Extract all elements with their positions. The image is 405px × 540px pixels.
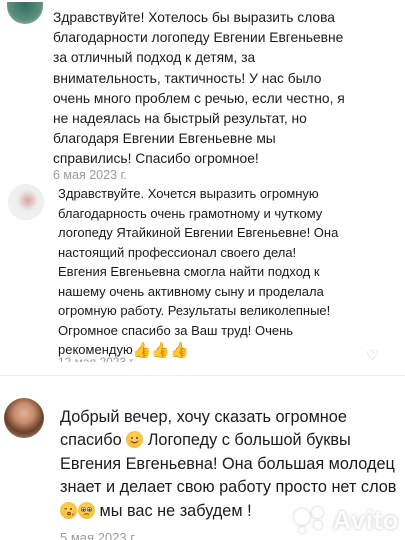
avatar [4,398,44,438]
review-line: настоящий профессионал своего дела! [58,244,297,260]
review-line-text: мы вас не забудем ! [99,501,252,520]
review-line-text: спасибо [60,431,122,450]
review-line: за отличный подход к детям, за [53,50,256,66]
review-line: Здравствуйте. Хочется выразить огромную [58,186,319,201]
review-line: Добрый вечер, хочу сказать огромное [60,408,347,426]
review-line-text: Логопеду с большой буквы [147,431,351,450]
kissing-emoji-icon [60,501,77,519]
avatar [7,2,43,24]
review-line: внимательность, тактичность! У нас было [53,70,322,86]
holding-back-tears-emoji-icon [78,501,95,519]
review-3: Добрый вечер, хочу сказать огромное спас… [0,376,405,540]
review-2: Здравствуйте. Хочется выразить огромную … [0,178,405,362]
review-date: 5 мая 2023 г. [60,533,137,540]
avito-logo-icon [294,507,328,533]
review-line: справились! Спасибо огромное! [53,151,259,167]
review-line: Здравствуйте! Хотелось бы выразить слова [53,10,335,25]
review-line: благодарности логопеду Евгении Евгеньевн… [53,30,344,46]
thumbs-up-icon: 👍👍👍 [132,342,189,359]
review-line: нашему очень активному сыну и проделала [58,283,324,299]
review-line: не надеялась на быстрый результат, но [53,111,307,127]
review-line: благодарность очень грамотному и чуткому [58,205,323,221]
review-line: Огромное спасибо за Ваш труд! Очень [58,322,294,338]
review-line: Евгения Евгеньевна! Она большая молодец [60,454,395,473]
review-line: очень много проблем с речью, если честно… [53,90,345,106]
review-line: огромную работу. Результаты великолепные… [58,303,331,318]
avatar [8,184,44,220]
watermark-text: Avito [332,505,399,535]
like-icon[interactable]: ♡ [366,350,379,360]
review-line: Евгения Евгеньевна смогла найти подход к [58,264,320,279]
review-line-text: рекомендую [58,342,133,357]
review-line: знает и делает свою работу просто нет сл… [60,478,397,497]
review-text: Здравствуйте. Хочется выразить огромную … [58,184,403,360]
smiling-emoji-icon [126,431,144,449]
review-date: 12 мая 2023 г. [58,356,136,362]
avito-watermark: Avito [294,505,399,536]
review-line: логопеду Ятайкиной Евгении Евгеньевне! О… [58,225,339,240]
review-text: Здравствуйте! Хотелось бы выразить слова… [53,8,403,170]
review-1: Здравствуйте! Хотелось бы выразить слова… [0,0,405,182]
review-line: благодаря Евгении Евгеньевне мы [53,131,276,147]
review-line: спасибо Логопеду с большой буквы [60,429,405,452]
